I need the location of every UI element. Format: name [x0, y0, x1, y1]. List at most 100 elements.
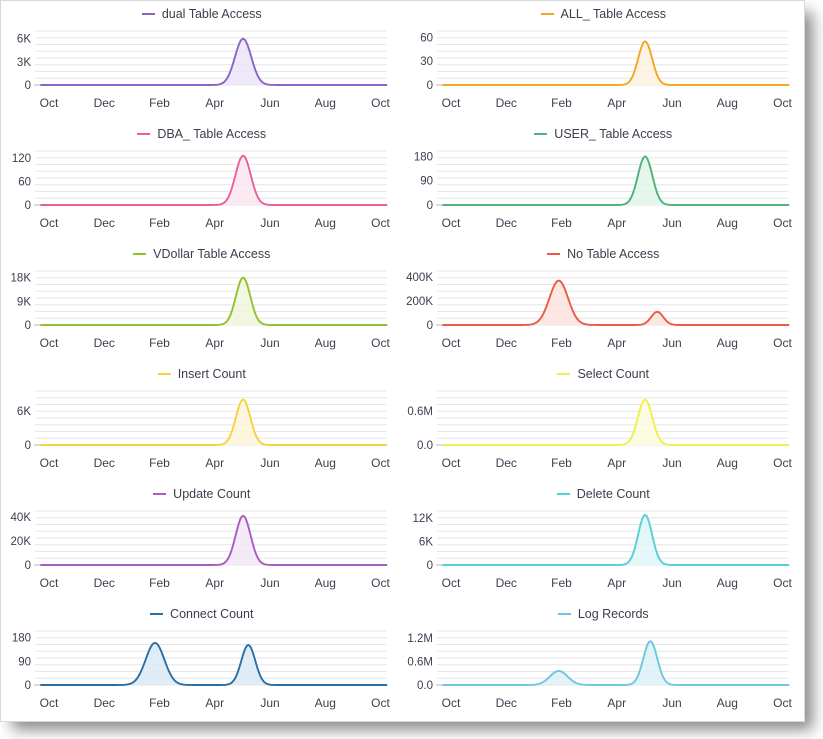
x-tick-label: Jun: [662, 96, 681, 110]
x-tick-label: Oct: [40, 216, 59, 230]
x-tick-label: Aug: [716, 216, 737, 230]
x-tick-label: Dec: [94, 96, 115, 110]
legend-line-icon: [557, 373, 570, 375]
x-tick-label: Oct: [773, 696, 792, 710]
series-area: [41, 156, 387, 205]
y-tick-label: 60: [18, 177, 31, 189]
y-axis: 6K3K0: [17, 34, 31, 92]
y-axis: 12K6K0: [412, 513, 433, 572]
chart-plot-update-count[interactable]: 40K20K0OctDecFebAprJunAugOct: [1, 503, 403, 601]
chart-gridlines: [35, 391, 387, 445]
chart-gridlines: [437, 31, 789, 85]
y-tick-label: 3K: [17, 57, 31, 69]
legend-line-icon: [558, 613, 571, 615]
chart-gridlines: [437, 151, 789, 205]
x-tick-label: Apr: [607, 336, 626, 350]
x-tick-label: Apr: [607, 456, 626, 470]
sparkline-cell-no-table-access: No Table Access400K200K0OctDecFebAprJunA…: [403, 241, 805, 361]
chart-plot-no-table-access[interactable]: 400K200K0OctDecFebAprJunAugOct: [403, 263, 805, 361]
x-axis: OctDecFebAprJunAugOct: [40, 576, 391, 590]
y-tick-label: 60: [420, 32, 433, 44]
x-tick-label: Oct: [773, 456, 792, 470]
chart-plot-log-records[interactable]: 1.2M0.6M0.0OctDecFebAprJunAugOct: [403, 623, 805, 721]
chart-gridlines: [437, 271, 789, 325]
dashboard-panel: dual Table Access6K3K0OctDecFebAprJunAug…: [0, 0, 805, 722]
x-tick-label: Jun: [662, 336, 681, 350]
chart-title: DBA_ Table Access: [157, 127, 266, 141]
chart-gridlines: [35, 631, 387, 685]
legend-line-icon: [137, 133, 150, 135]
sparkline-cell-update-count: Update Count40K20K0OctDecFebAprJunAugOct: [1, 481, 403, 601]
y-tick-label: 0: [25, 560, 31, 572]
x-tick-label: Jun: [260, 696, 279, 710]
chart-legend-update-count: Update Count: [1, 485, 403, 503]
y-tick-label: 0: [426, 200, 432, 212]
x-tick-label: Aug: [716, 96, 737, 110]
y-axis: 120600: [12, 153, 31, 212]
x-tick-label: Aug: [716, 336, 737, 350]
chart-plot-vdollar-table-access[interactable]: 18K9K0OctDecFebAprJunAugOct: [1, 263, 403, 361]
legend-line-icon: [534, 133, 547, 135]
legend-line-icon: [153, 493, 166, 495]
x-tick-label: Oct: [773, 216, 792, 230]
x-tick-label: Oct: [773, 576, 792, 590]
chart-title: dual Table Access: [162, 7, 262, 21]
chart-plot-delete-count[interactable]: 12K6K0OctDecFebAprJunAugOct: [403, 503, 805, 601]
y-tick-label: 0.6M: [407, 406, 433, 418]
y-axis: 0.6M0.0: [407, 406, 433, 452]
y-tick-label: 180: [413, 151, 432, 163]
y-axis: 18K9K0: [11, 273, 32, 332]
chart-legend-no-table-access: No Table Access: [403, 245, 805, 263]
x-tick-label: Oct: [40, 336, 59, 350]
y-tick-label: 0: [25, 680, 31, 692]
chart-legend-user-table-access: USER_ Table Access: [403, 125, 805, 143]
chart-title: Delete Count: [577, 487, 650, 501]
x-tick-label: Dec: [94, 696, 115, 710]
sparkline-cell-delete-count: Delete Count12K6K0OctDecFebAprJunAugOct: [403, 481, 805, 601]
sparkline-cell-all-table-access: ALL_ Table Access60300OctDecFebAprJunAug…: [403, 1, 805, 121]
sparkline-cell-connect-count: Connect Count180900OctDecFebAprJunAugOct: [1, 601, 403, 721]
chart-plot-select-count[interactable]: 0.6M0.0OctDecFebAprJunAugOct: [403, 383, 805, 481]
x-tick-label: Jun: [260, 96, 279, 110]
x-tick-label: Jun: [260, 576, 279, 590]
y-tick-label: 6K: [418, 537, 432, 549]
x-tick-label: Dec: [495, 336, 516, 350]
legend-line-icon: [158, 373, 171, 375]
y-tick-label: 18K: [11, 273, 32, 285]
legend-line-icon: [541, 13, 554, 15]
x-axis: OctDecFebAprJunAugOct: [441, 336, 792, 350]
sparkline-cell-select-count: Select Count0.6M0.0OctDecFebAprJunAugOct: [403, 361, 805, 481]
chart-plot-all-table-access[interactable]: 60300OctDecFebAprJunAugOct: [403, 23, 805, 121]
y-tick-label: 200K: [406, 296, 433, 308]
chart-plot-user-table-access[interactable]: 180900OctDecFebAprJunAugOct: [403, 143, 805, 241]
x-tick-label: Feb: [551, 696, 572, 710]
chart-legend-insert-count: Insert Count: [1, 365, 403, 383]
chart-title: VDollar Table Access: [153, 247, 270, 261]
x-tick-label: Feb: [149, 576, 170, 590]
chart-gridlines: [437, 631, 789, 685]
x-axis: OctDecFebAprJunAugOct: [441, 96, 792, 110]
x-axis: OctDecFebAprJunAugOct: [441, 216, 792, 230]
chart-plot-connect-count[interactable]: 180900OctDecFebAprJunAugOct: [1, 623, 403, 721]
series-line: [41, 516, 387, 565]
chart-plot-insert-count[interactable]: 6K0OctDecFebAprJunAugOct: [1, 383, 403, 481]
x-tick-label: Apr: [205, 456, 224, 470]
chart-plot-dual-table-access[interactable]: 6K3K0 OctDecFebAprJunAugOct: [1, 23, 403, 121]
y-tick-label: 0: [25, 440, 31, 452]
x-tick-label: Jun: [662, 576, 681, 590]
x-tick-label: Oct: [371, 336, 390, 350]
chart-plot-dba-table-access[interactable]: 120600OctDecFebAprJunAugOct: [1, 143, 403, 241]
x-tick-label: Feb: [149, 216, 170, 230]
y-tick-label: 9K: [17, 296, 31, 308]
chart-legend-connect-count: Connect Count: [1, 605, 403, 623]
chart-title: No Table Access: [567, 247, 659, 261]
y-axis: 1.2M0.6M0.0: [407, 633, 433, 692]
x-axis: OctDecFebAprJunAugOct: [40, 96, 391, 110]
x-tick-label: Dec: [94, 576, 115, 590]
sparkline-cell-log-records: Log Records1.2M0.6M0.0OctDecFebAprJunAug…: [403, 601, 805, 721]
x-tick-label: Oct: [441, 456, 460, 470]
x-tick-label: Apr: [607, 576, 626, 590]
chart-gridlines: [35, 271, 387, 325]
series-area: [41, 516, 387, 565]
x-tick-label: Oct: [371, 216, 390, 230]
